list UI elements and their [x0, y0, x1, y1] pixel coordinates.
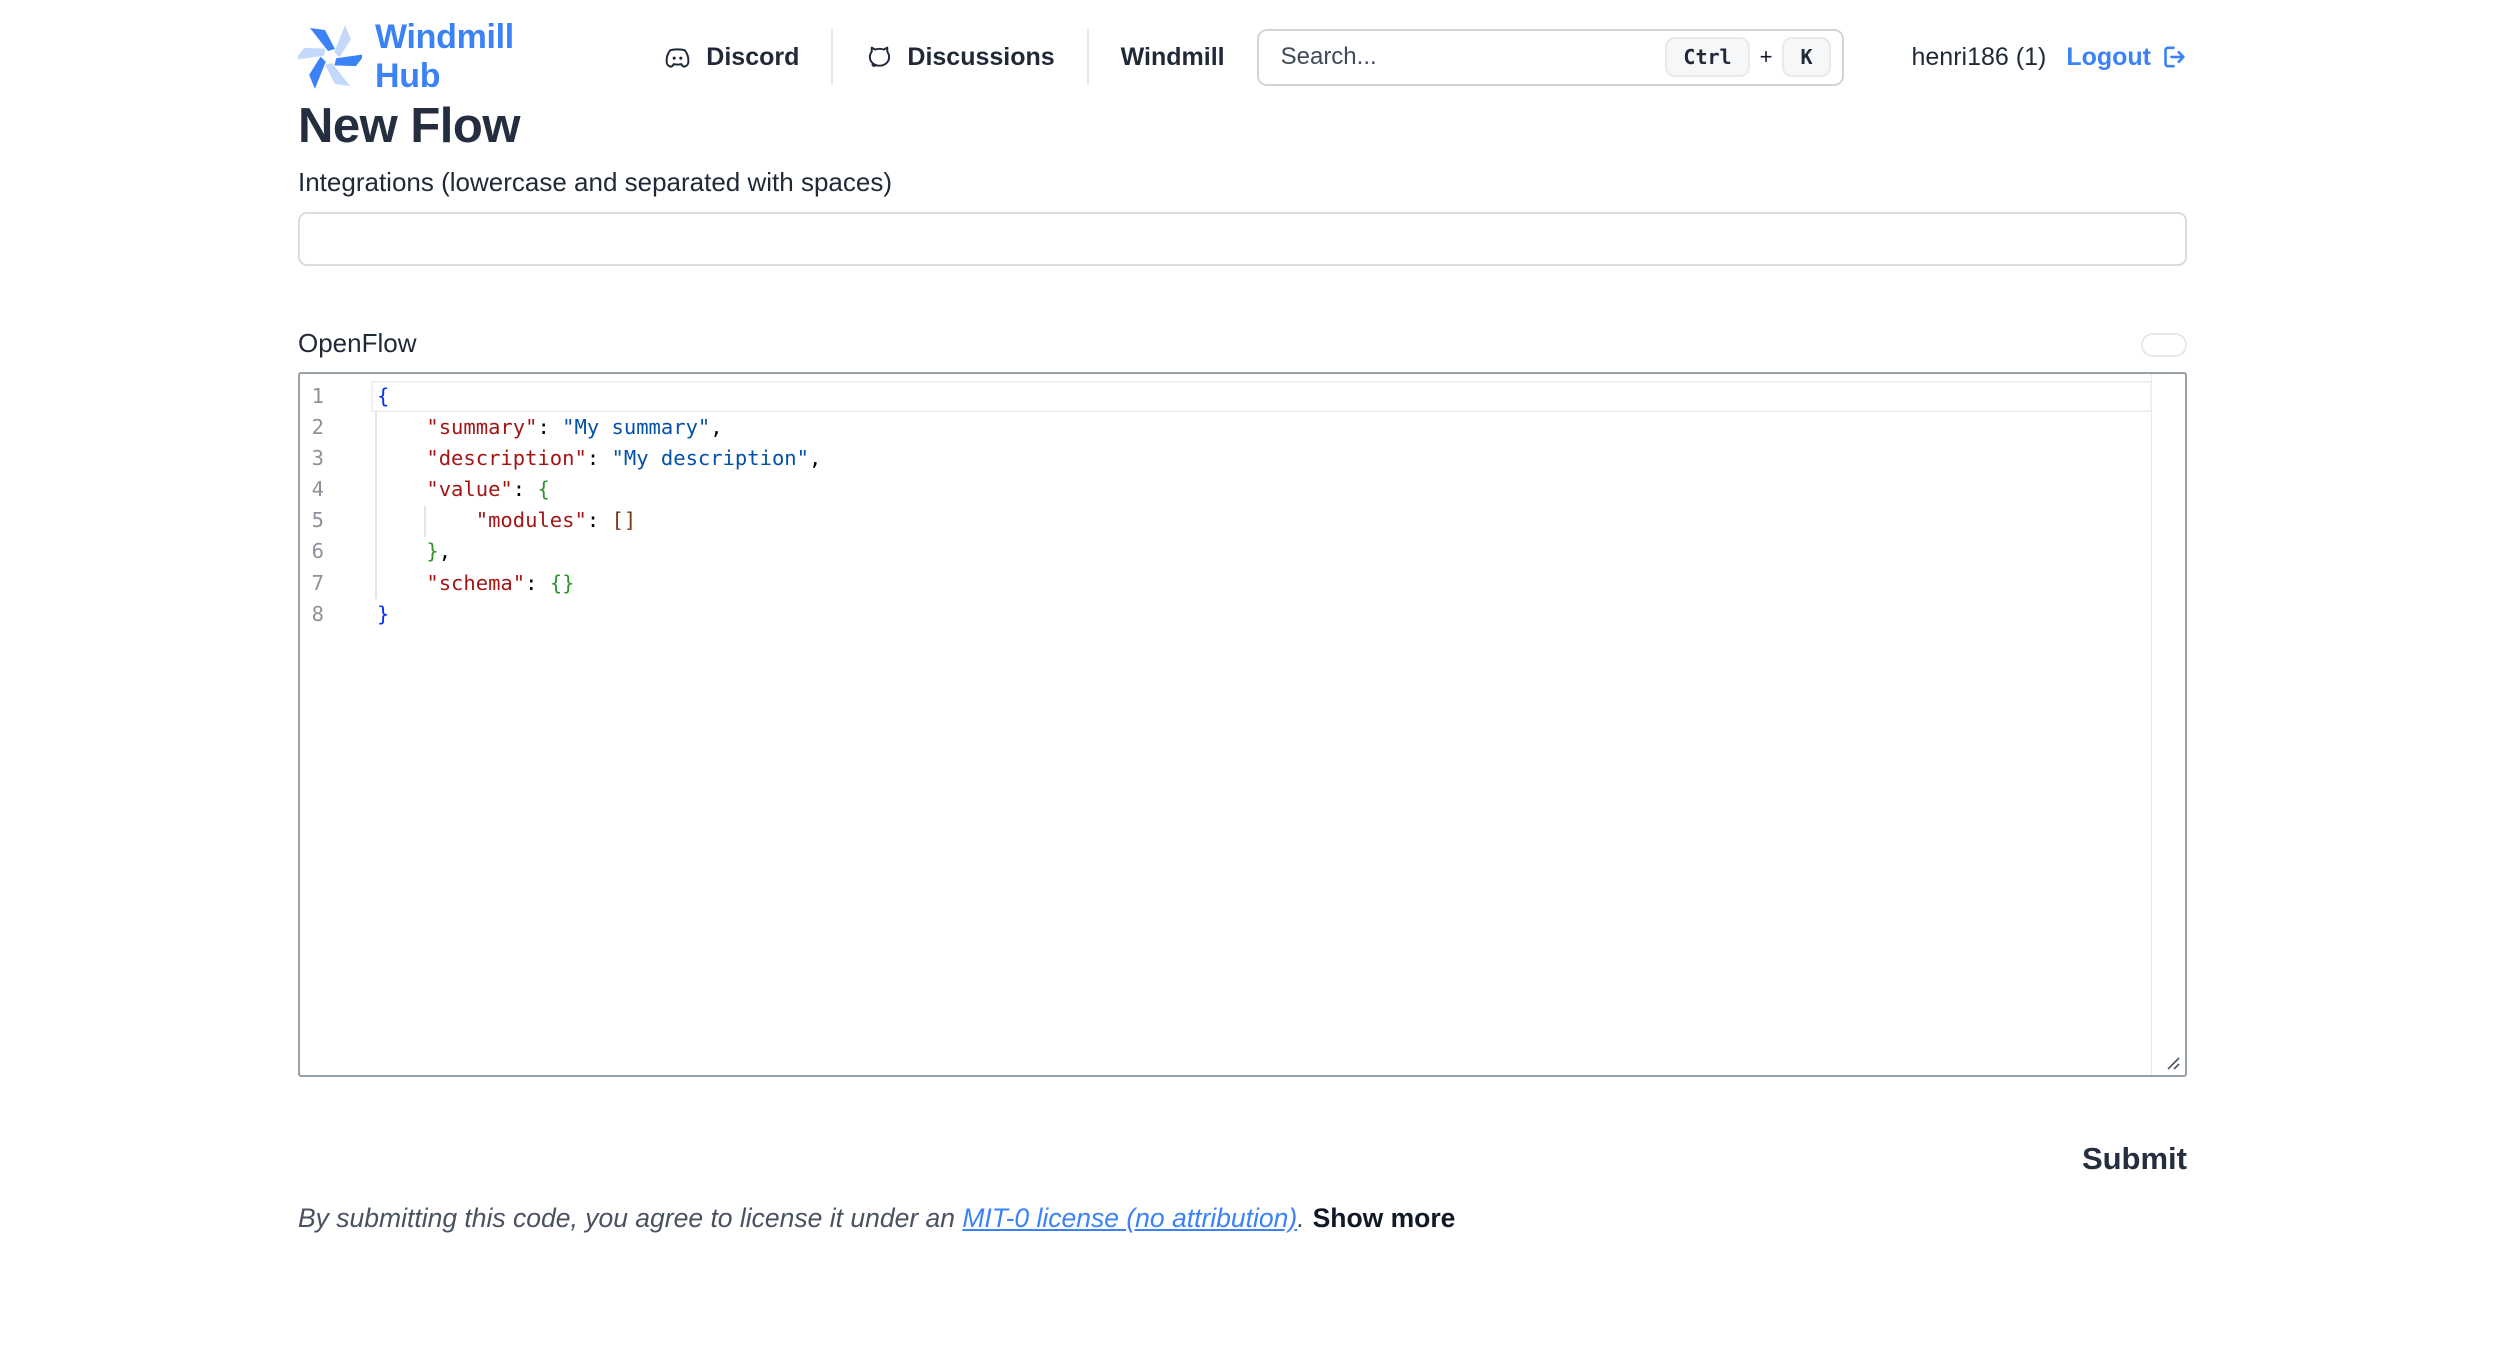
indent-guide — [424, 506, 426, 537]
code-token — [377, 446, 426, 470]
code-line[interactable]: 6 }, — [300, 536, 2185, 567]
code-token — [377, 571, 426, 595]
code-token: } — [377, 602, 389, 626]
code-line-content[interactable]: "value": { — [371, 474, 2152, 505]
code-token: , — [439, 539, 451, 563]
logout-label: Logout — [2066, 43, 2151, 72]
code-line-content[interactable]: "summary": "My summary", — [371, 412, 2152, 443]
code-line[interactable]: 2 "summary": "My summary", — [300, 412, 2185, 443]
line-number: 8 — [300, 599, 324, 630]
code-line[interactable]: 1{ — [300, 381, 2185, 412]
logo[interactable]: Windmill Hub — [298, 18, 562, 96]
discord-icon — [662, 44, 693, 71]
code-token: { — [537, 477, 549, 501]
code-token: : — [537, 415, 562, 439]
code-line-content[interactable]: "schema": {} — [371, 568, 2152, 599]
search-placeholder: Search... — [1281, 43, 1666, 71]
windmill-logo-icon — [298, 25, 362, 89]
code-token — [377, 508, 476, 532]
license-suffix: . — [1297, 1203, 1304, 1233]
submit-button[interactable]: Submit — [2082, 1141, 2187, 1177]
code-line[interactable]: 4 "value": { — [300, 474, 2185, 505]
line-number: 1 — [300, 381, 324, 412]
code-token: [] — [612, 508, 637, 532]
line-number: 2 — [300, 412, 324, 443]
openflow-editor[interactable]: 1{2 "summary": "My summary",3 "descripti… — [298, 372, 2187, 1077]
code-token: : — [525, 571, 550, 595]
code-token: , — [809, 446, 821, 470]
integrations-input[interactable] — [298, 212, 2187, 266]
kbd-k: K — [1782, 37, 1830, 77]
code-token: "description" — [426, 446, 586, 470]
kbd-ctrl: Ctrl — [1665, 37, 1749, 77]
code-line[interactable]: 5 "modules": [] — [300, 505, 2185, 536]
code-line-content[interactable]: "modules": [] — [371, 505, 2152, 536]
code-token: "My summary" — [562, 415, 710, 439]
search-input[interactable]: Search... Ctrl + K — [1257, 29, 1844, 86]
editor-lines: 1{2 "summary": "My summary",3 "descripti… — [300, 381, 2185, 630]
overview-ruler — [2151, 374, 2153, 1075]
code-token: : — [587, 446, 612, 470]
code-line[interactable]: 3 "description": "My description", — [300, 443, 2185, 474]
line-number: 5 — [300, 505, 324, 536]
resize-grip-icon[interactable] — [2162, 1052, 2182, 1072]
code-token — [377, 477, 426, 501]
code-line-content[interactable]: } — [371, 599, 2152, 630]
code-token — [377, 415, 426, 439]
code-token: : — [513, 477, 538, 501]
code-line-content[interactable]: }, — [371, 536, 2152, 567]
nav-item-discord[interactable]: Discord — [662, 43, 831, 72]
code-line[interactable]: 8} — [300, 599, 2185, 630]
code-token: "My description" — [612, 446, 809, 470]
code-token: : — [587, 508, 612, 532]
code-line-content[interactable]: { — [371, 381, 2152, 412]
page-title: New Flow — [298, 97, 2187, 155]
code-token: "schema" — [426, 571, 525, 595]
show-more-button[interactable]: Show more — [1313, 1203, 1456, 1233]
nav-label: Windmill — [1121, 43, 1225, 72]
logout-button[interactable]: Logout — [2066, 43, 2187, 72]
code-token: "value" — [426, 477, 512, 501]
code-token: "modules" — [476, 508, 587, 532]
license-text: By submitting this code, you agree to li… — [298, 1203, 962, 1233]
integrations-label: Integrations (lowercase and separated wi… — [298, 167, 2187, 198]
code-token: } — [426, 539, 438, 563]
code-token: { — [377, 384, 389, 408]
editor-toggle[interactable] — [2141, 333, 2187, 357]
logout-icon — [2159, 43, 2187, 71]
kbd-plus: + — [1760, 44, 1773, 70]
code-token: "summary" — [426, 415, 537, 439]
code-token: {} — [550, 571, 575, 595]
logo-text: Windmill Hub — [375, 18, 562, 96]
username: henri186 (1) — [1912, 43, 2047, 72]
license-note: By submitting this code, you agree to li… — [298, 1203, 2187, 1234]
header: Windmill Hub Discord — [298, 0, 2187, 90]
license-link[interactable]: MIT-0 license (no attribution) — [962, 1203, 1297, 1233]
submit-row: Submit — [298, 1141, 2187, 1177]
openflow-label: OpenFlow — [298, 328, 417, 359]
indent-guide — [375, 412, 377, 599]
code-line-content[interactable]: "description": "My description", — [371, 443, 2152, 474]
line-number: 7 — [300, 568, 324, 599]
code-token: , — [710, 415, 722, 439]
line-number: 6 — [300, 536, 324, 567]
nav-label: Discord — [706, 43, 799, 72]
nav-item-discussions[interactable]: Discussions — [833, 43, 1086, 72]
github-discussions-icon — [865, 43, 894, 72]
user-area: henri186 (1) Logout — [1912, 43, 2188, 72]
main-nav: Discord Discussions Windmill — [662, 29, 1256, 85]
line-number: 4 — [300, 474, 324, 505]
page-container: Windmill Hub Discord — [298, 0, 2187, 1234]
line-number: 3 — [300, 443, 324, 474]
nav-item-windmill[interactable]: Windmill — [1089, 43, 1257, 72]
nav-label: Discussions — [907, 43, 1054, 72]
openflow-row: OpenFlow — [298, 328, 2187, 359]
code-line[interactable]: 7 "schema": {} — [300, 568, 2185, 599]
code-token — [377, 539, 426, 563]
